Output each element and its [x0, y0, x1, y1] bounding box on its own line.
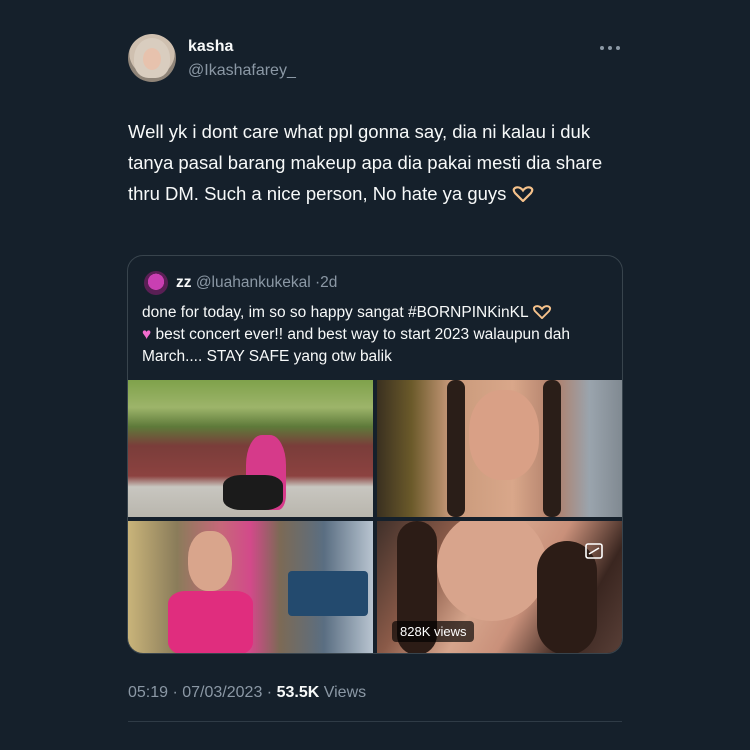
pink-heart-emoji: ♥ — [142, 326, 152, 343]
author-display-name[interactable]: kasha — [188, 38, 233, 56]
views-label: Views — [323, 684, 367, 701]
quote-avatar[interactable] — [144, 271, 168, 295]
video-thumbnail[interactable]: 828K views — [377, 521, 622, 653]
divider — [128, 721, 622, 722]
author-handle[interactable]: @Ikashafarey_ — [188, 62, 296, 80]
gif-icon — [585, 543, 603, 559]
photo-3[interactable] — [128, 521, 373, 653]
heart-hands-emoji — [533, 305, 552, 319]
media-grid: 828K views — [128, 380, 622, 653]
quote-header: zz @luahankukekal ·2d — [176, 274, 337, 292]
photo-2[interactable] — [377, 380, 622, 517]
tweet: kasha @Ikashafarey_ Well yk i dont care … — [0, 0, 750, 750]
video-views-badge: 828K views — [392, 621, 475, 642]
quote-text-line2: best concert ever!! and best way to star… — [142, 326, 570, 365]
separator-dot: · — [266, 684, 273, 701]
tweet-timestamp[interactable]: 05:19 · 07/03/2023 — [128, 684, 262, 701]
quote-text-line1: done for today, im so so happy sangat #B… — [142, 304, 528, 321]
views-count[interactable]: 53.5K — [277, 684, 320, 701]
heart-hands-emoji — [512, 186, 533, 202]
quote-time[interactable]: 2d — [320, 274, 337, 291]
author-avatar[interactable] — [128, 34, 176, 82]
quote-display-name[interactable]: zz — [176, 274, 192, 291]
quote-text: done for today, im so so happy sangat #B… — [142, 302, 612, 368]
tweet-text: Well yk i dont care what ppl gonna say, … — [128, 116, 628, 209]
quote-handle[interactable]: @luahankukekal — [196, 274, 311, 291]
more-icon[interactable] — [598, 40, 622, 56]
quoted-tweet[interactable]: zz @luahankukekal ·2d done for today, im… — [127, 255, 623, 654]
photo-1[interactable] — [128, 380, 373, 517]
tweet-meta: 05:19 · 07/03/2023 · 53.5K Views — [128, 684, 366, 702]
